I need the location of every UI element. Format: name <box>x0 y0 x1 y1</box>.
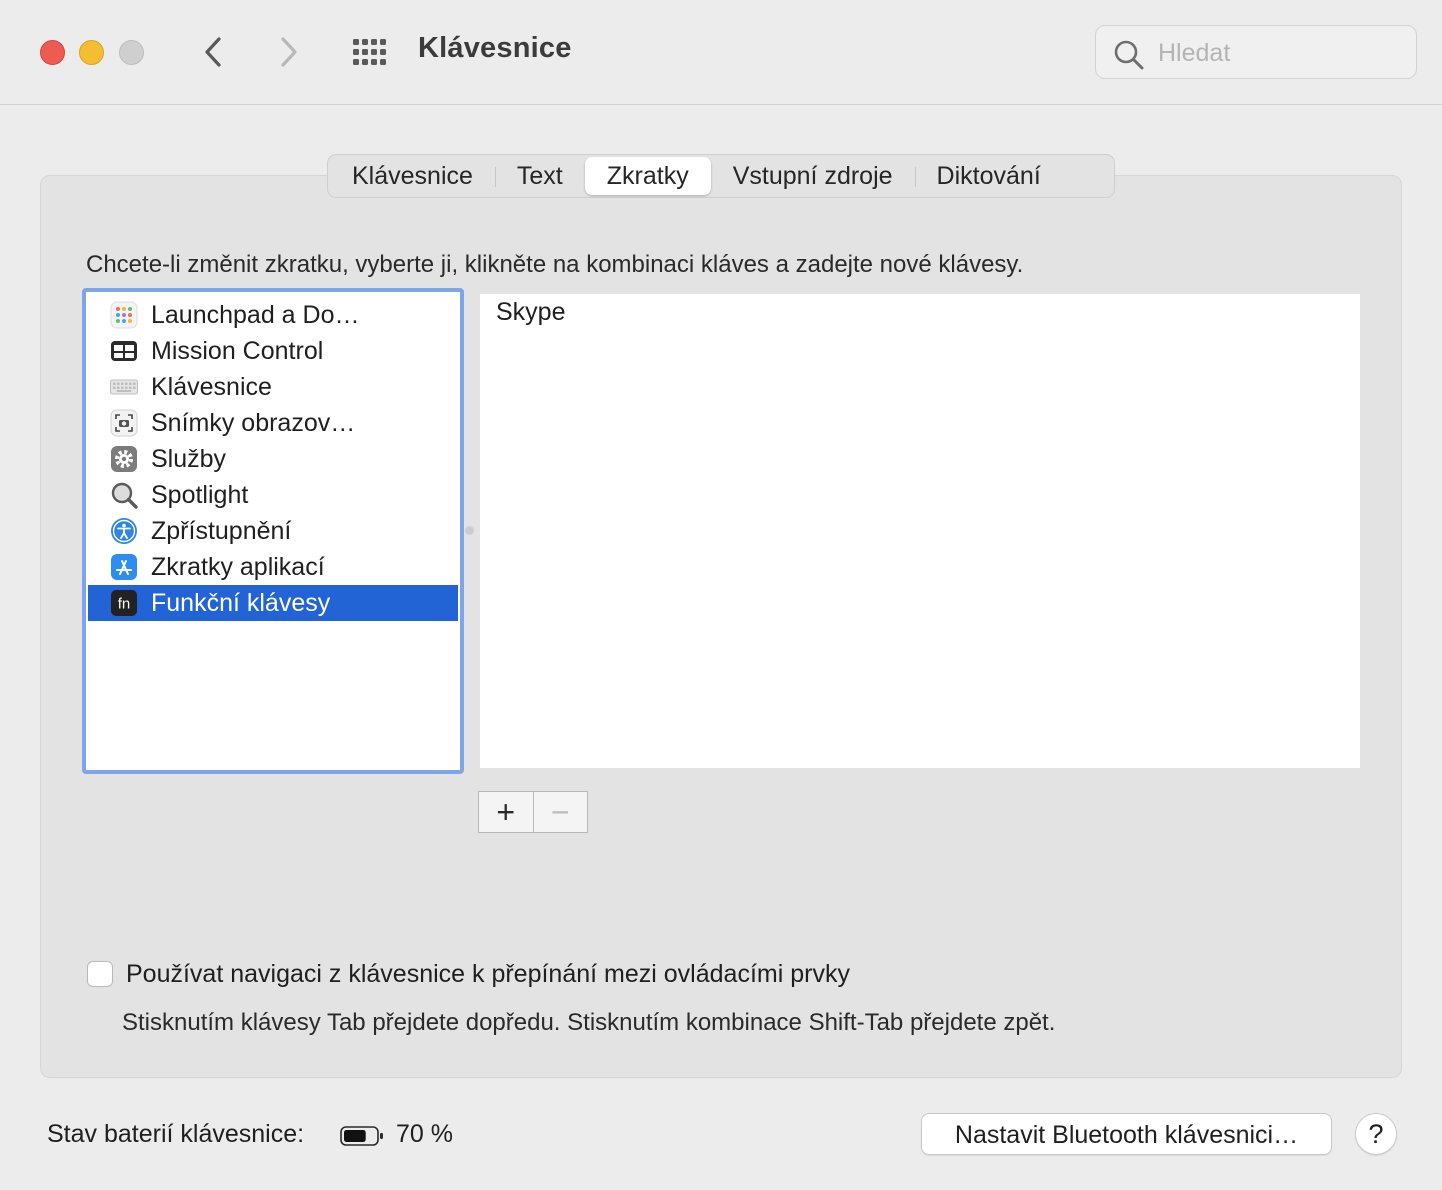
app-store-icon <box>110 553 138 581</box>
chevron-right-icon <box>281 37 297 67</box>
keyboard-navigation-label[interactable]: Používat navigaci z klávesnice k přepíná… <box>126 960 850 989</box>
shortcut-list[interactable]: Skype <box>480 294 1360 768</box>
category-label: Zpřístupnění <box>151 516 292 545</box>
category-label: Snímky obrazov… <box>151 408 356 437</box>
instruction-text: Chcete-li změnit zkratku, vyberte ji, kl… <box>86 251 1024 278</box>
category-list[interactable]: Launchpad a Do… Mission Control Klávesni… <box>82 288 464 774</box>
help-button[interactable]: ? <box>1355 1113 1397 1155</box>
battery-level-value: 70 % <box>396 1120 453 1148</box>
battery-icon <box>340 1126 383 1146</box>
category-app-shortcuts[interactable]: Zkratky aplikací <box>88 549 458 585</box>
keyboard-navigation-checkbox[interactable] <box>87 961 113 987</box>
category-keyboard[interactable]: Klávesnice <box>88 369 458 405</box>
zoom-button[interactable] <box>119 40 144 65</box>
add-remove-control: + − <box>478 791 588 833</box>
keyboard-navigation-hint: Stisknutím klávesy Tab přejdete dopředu.… <box>122 1009 1056 1036</box>
accessibility-icon <box>110 517 138 545</box>
show-all-button[interactable] <box>350 33 390 73</box>
close-button[interactable] <box>40 40 65 65</box>
category-screenshots[interactable]: Snímky obrazov… <box>88 405 458 441</box>
category-label: Služby <box>151 444 227 473</box>
search-field[interactable] <box>1095 25 1417 79</box>
category-label: Klávesnice <box>151 372 272 401</box>
category-label: Funkční klávesy <box>151 588 331 617</box>
forward-button[interactable] <box>266 30 310 74</box>
remove-button[interactable]: − <box>534 792 588 832</box>
category-mission-control[interactable]: Mission Control <box>88 333 458 369</box>
add-button[interactable]: + <box>479 792 534 832</box>
svg-text:fn: fn <box>118 596 131 613</box>
category-spotlight[interactable]: Spotlight <box>88 477 458 513</box>
back-button[interactable] <box>192 30 236 74</box>
fn-key-icon: fn <box>110 589 138 617</box>
title-bar: Klávesnice <box>0 0 1442 105</box>
category-label: Zkratky aplikací <box>151 552 325 581</box>
category-services[interactable]: Služby <box>88 441 458 477</box>
tab-keyboard[interactable]: Klávesnice <box>330 157 496 195</box>
setup-bluetooth-keyboard-button[interactable]: Nastavit Bluetooth klávesnici… <box>921 1113 1332 1155</box>
category-launchpad[interactable]: Launchpad a Do… <box>88 297 458 333</box>
tab-shortcuts[interactable]: Zkratky <box>584 157 711 195</box>
search-input[interactable] <box>1156 34 1410 72</box>
category-label: Launchpad a Do… <box>151 300 360 329</box>
category-label: Mission Control <box>151 336 324 365</box>
category-function-keys[interactable]: fn Funkční klávesy <box>88 585 458 621</box>
mission-control-icon <box>110 337 138 365</box>
tab-dictation[interactable]: Diktování <box>915 157 1063 195</box>
tab-text[interactable]: Text <box>495 157 585 195</box>
search-icon <box>1114 40 1144 70</box>
magnifier-icon <box>110 481 138 509</box>
launchpad-icon <box>110 301 138 329</box>
tab-bar: Klávesnice Text Zkratky Vstupní zdroje D… <box>327 154 1115 198</box>
minimize-button[interactable] <box>79 40 104 65</box>
category-label: Spotlight <box>151 480 249 509</box>
screenshot-icon <box>110 409 138 437</box>
keyboard-icon <box>110 373 138 401</box>
category-accessibility[interactable]: Zpřístupnění <box>88 513 458 549</box>
gear-icon <box>110 445 138 473</box>
chevron-left-icon <box>205 37 221 67</box>
battery-status-label: Stav baterií klávesnice: <box>47 1120 305 1148</box>
split-view-handle[interactable] <box>465 526 474 535</box>
window-title: Klávesnice <box>418 32 572 64</box>
tab-input-sources[interactable]: Vstupní zdroje <box>711 157 916 195</box>
grid-icon <box>353 39 386 65</box>
shortcut-item[interactable]: Skype <box>496 298 565 327</box>
